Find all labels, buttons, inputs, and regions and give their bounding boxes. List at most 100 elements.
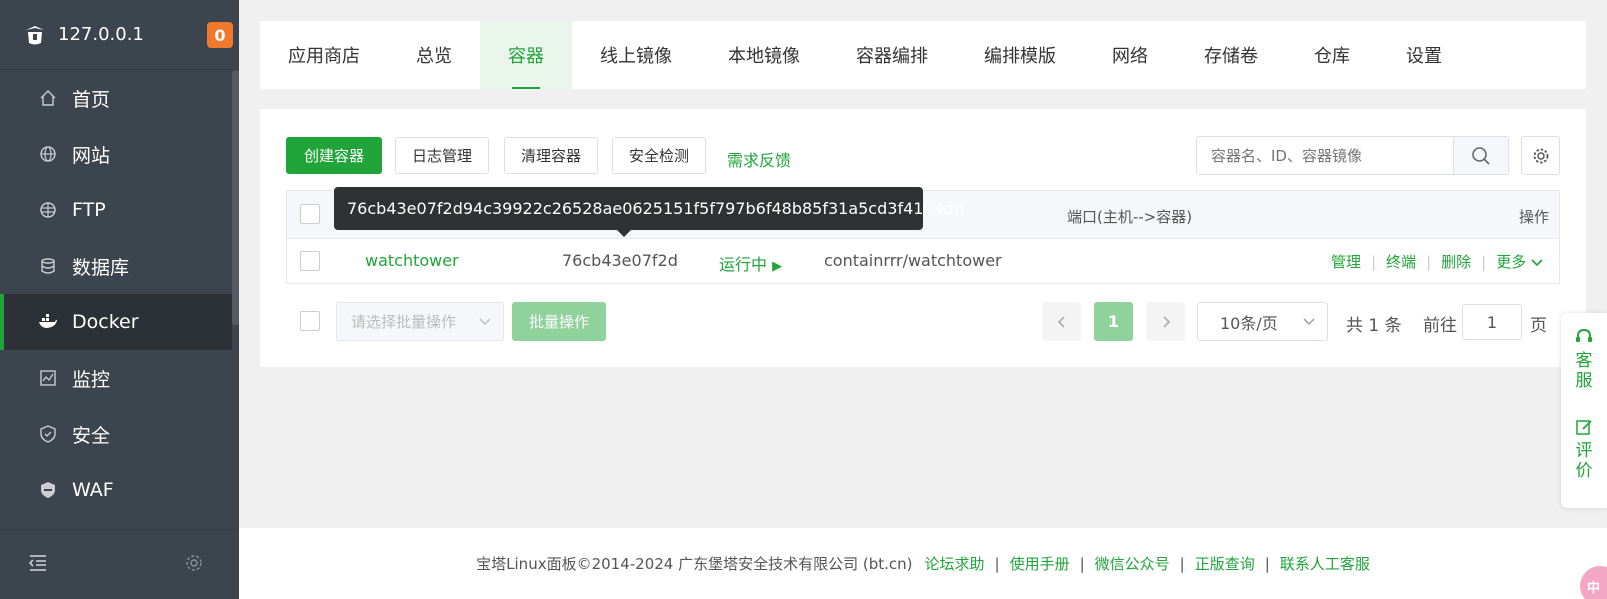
notification-badge[interactable]: 0	[207, 22, 233, 48]
sidebar-menu: 首页 网站 FTP 数据库 Docker 监控 安全 WAF	[0, 70, 232, 518]
ops-divider: |	[1370, 252, 1377, 271]
log-management-button[interactable]: 日志管理	[395, 137, 489, 174]
tab-compose[interactable]: 容器编排	[828, 21, 956, 89]
sidebar-item-label: 安全	[72, 424, 111, 447]
more-link[interactable]: 更多	[1496, 251, 1543, 272]
chevron-down-icon	[479, 318, 491, 325]
footer-link-wechat[interactable]: 微信公众号	[1095, 553, 1170, 574]
tab-volumes[interactable]: 存储卷	[1176, 21, 1286, 89]
container-id[interactable]: 76cb43e07f2d	[562, 251, 678, 270]
customer-service-button[interactable]: 客服	[1575, 351, 1593, 391]
sidebar-item-security[interactable]: 安全	[0, 406, 232, 462]
tab-compose-templates[interactable]: 编排模版	[956, 21, 1084, 89]
docker-tabs: 应用商店 总览 容器 线上镜像 本地镜像 容器编排 编排模版 网络 存储卷 仓库…	[260, 21, 1586, 89]
total-count: 共 1 条	[1346, 316, 1402, 336]
search-box	[1196, 136, 1509, 175]
sidebar-item-monitor[interactable]: 监控	[0, 350, 232, 406]
manage-link[interactable]: 管理	[1331, 251, 1361, 272]
ops-divider: |	[1426, 252, 1432, 271]
footer-link-manual[interactable]: 使用手册	[1010, 553, 1070, 574]
column-settings-button[interactable]	[1521, 136, 1560, 175]
tab-online-images[interactable]: 线上镜像	[572, 21, 700, 89]
footer-link-forum[interactable]: 论坛求助	[925, 553, 985, 574]
sidebar-item-home[interactable]: 首页	[0, 70, 232, 126]
row-checkbox[interactable]	[300, 251, 320, 271]
monitor-icon	[38, 368, 58, 388]
next-page-button[interactable]	[1146, 302, 1185, 341]
sidebar-item-docker[interactable]: Docker	[0, 294, 232, 350]
shield-icon	[38, 424, 58, 444]
status-text: 运行中	[719, 255, 768, 274]
tab-network[interactable]: 网络	[1084, 21, 1176, 89]
sidebar-item-label: Docker	[72, 311, 139, 333]
search-button[interactable]	[1453, 137, 1508, 174]
batch-action-select[interactable]: 请选择批量操作	[336, 302, 504, 341]
sidebar-item-website[interactable]: 网站	[0, 126, 232, 182]
floating-service-bar: 客服 评价	[1561, 313, 1607, 508]
search-input[interactable]	[1197, 137, 1453, 174]
gear-icon	[1533, 148, 1548, 163]
docker-icon	[38, 312, 58, 332]
tab-app-store[interactable]: 应用商店	[260, 21, 388, 89]
select-all-checkbox[interactable]	[300, 204, 320, 224]
page-size-value: 10条/页	[1220, 313, 1278, 333]
page-number-1[interactable]: 1	[1094, 302, 1133, 341]
batch-select-placeholder: 请选择批量操作	[351, 313, 457, 331]
page-footer: 宝塔Linux面板©2014-2024 广东堡塔安全技术有限公司 (bt.cn)…	[239, 528, 1607, 599]
footer-divider: |	[1079, 554, 1085, 573]
footer-divider: |	[1264, 554, 1270, 573]
sidebar-item-label: FTP	[72, 199, 106, 221]
home-icon	[38, 88, 58, 108]
sidebar-item-ftp[interactable]: FTP	[0, 182, 232, 238]
sidebar-scrollbar[interactable]	[232, 70, 239, 325]
terminal-link[interactable]: 终端	[1386, 251, 1416, 272]
security-check-button[interactable]: 安全检测	[612, 137, 706, 174]
copyright-text: 宝塔Linux面板©2014-2024 广东堡塔安全技术有限公司 (bt.cn)	[476, 555, 913, 573]
page-size-select[interactable]: 10条/页	[1197, 302, 1328, 341]
headset-icon[interactable]	[1574, 327, 1594, 347]
sidebar-item-label: 首页	[72, 88, 111, 111]
search-icon	[1472, 146, 1490, 165]
server-host[interactable]: 127.0.0.1	[58, 24, 144, 45]
chevron-down-icon	[1303, 318, 1315, 325]
tab-containers[interactable]: 容器	[480, 21, 572, 89]
sidebar-item-database[interactable]: 数据库	[0, 238, 232, 294]
footer-divider: |	[994, 554, 1000, 573]
database-icon	[38, 256, 58, 276]
bt-logo-icon	[22, 22, 48, 48]
chevron-right-icon	[1162, 315, 1170, 328]
tab-local-images[interactable]: 本地镜像	[700, 21, 828, 89]
tab-overview[interactable]: 总览	[388, 21, 480, 89]
sidebar-item-label: 数据库	[72, 256, 130, 279]
play-icon: ▶	[772, 259, 783, 274]
footer-link-support[interactable]: 联系人工客服	[1280, 553, 1370, 574]
sidebar-item-label: WAF	[72, 479, 114, 501]
tab-registry[interactable]: 仓库	[1286, 21, 1378, 89]
edit-icon[interactable]	[1574, 417, 1594, 437]
footer-link-license[interactable]: 正版查询	[1195, 553, 1255, 574]
prev-page-button[interactable]	[1042, 302, 1081, 341]
settings-gear-icon[interactable]	[185, 554, 203, 576]
sidebar-item-waf[interactable]: WAF	[0, 462, 232, 518]
chevron-down-icon	[1531, 259, 1543, 267]
feedback-link[interactable]: 需求反馈	[727, 147, 791, 171]
review-button[interactable]: 评价	[1575, 441, 1593, 481]
table-row: watchtower 76cb43e07f2d 运行中 ▶ containrrr…	[287, 239, 1559, 283]
container-image: containrrr/watchtower	[824, 251, 1002, 270]
batch-action-button[interactable]: 批量操作	[512, 302, 606, 341]
ops-divider: |	[1481, 252, 1487, 271]
collapse-menu-icon[interactable]	[28, 554, 48, 576]
goto-page-input[interactable]: 1	[1462, 304, 1522, 340]
batch-select-all-checkbox[interactable]	[300, 311, 320, 331]
create-container-button[interactable]: 创建容器	[286, 137, 382, 174]
container-name-link[interactable]: watchtower	[365, 251, 459, 270]
clean-containers-button[interactable]: 清理容器	[504, 137, 598, 174]
column-header-ops: 操作	[1518, 208, 1549, 226]
container-status[interactable]: 运行中 ▶	[719, 251, 782, 275]
delete-link[interactable]: 删除	[1441, 251, 1471, 272]
sidebar: 127.0.0.1 0 首页 网站 FTP 数据库 Docker 监控 安全 W…	[0, 0, 239, 599]
sidebar-item-label: 网站	[72, 144, 111, 167]
container-id-tooltip: 76cb43e07f2d94c39922c26528ae0625151f5f79…	[334, 187, 964, 237]
tab-settings[interactable]: 设置	[1378, 21, 1470, 89]
column-header-ports: 端口(主机-->容器)	[1067, 208, 1193, 226]
